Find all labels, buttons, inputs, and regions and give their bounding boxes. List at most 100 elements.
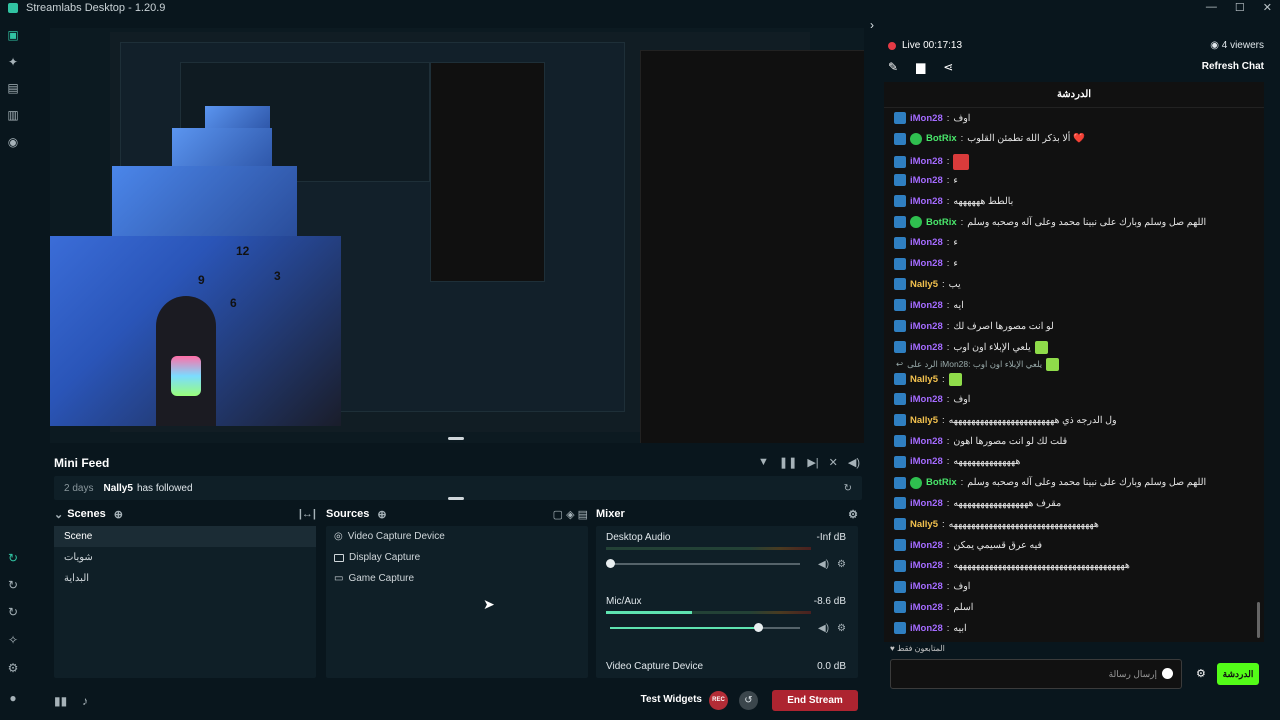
reply-text: الرد على iMon28: يلعي الإبلاء اون اوب xyxy=(907,359,1043,369)
settings-gear-icon[interactable]: ⚙ xyxy=(6,661,20,675)
mute-alerts-icon[interactable]: ✕ xyxy=(829,456,838,469)
volume-icon[interactable]: ◀) xyxy=(848,456,860,469)
store-icon[interactable]: ▤ xyxy=(6,81,20,95)
send-chat-button[interactable]: الدردشة xyxy=(1217,663,1259,685)
chat-separator: : xyxy=(946,341,950,353)
mixer-settings-icon[interactable]: ⚙ xyxy=(848,508,858,521)
popout-chat-icon[interactable]: ▆ xyxy=(916,60,925,74)
repeat-alert-icon[interactable]: ↻ xyxy=(844,483,852,494)
channel-settings-icon[interactable]: ⚙ xyxy=(837,559,846,570)
chat-username[interactable]: iMon28 xyxy=(910,581,943,592)
stream-preview[interactable]: 12 9 3 6 xyxy=(50,28,864,443)
pause-icon[interactable]: ❚❚ xyxy=(779,456,797,469)
chat-text: يلعي الإبلاء اون اوب xyxy=(953,341,1031,353)
preview-resize-handle[interactable] xyxy=(448,437,464,440)
volume-slider[interactable] xyxy=(606,559,800,568)
chat-username[interactable]: iMon28 xyxy=(910,602,943,613)
kick-badge-icon xyxy=(894,435,906,447)
volume-slider[interactable] xyxy=(610,623,800,632)
filter-icon[interactable]: ▼ xyxy=(758,456,769,469)
kick-badge-icon xyxy=(894,216,906,228)
channel-settings-icon[interactable]: ⚙ xyxy=(837,623,846,634)
end-stream-button[interactable]: End Stream xyxy=(772,690,858,711)
editor-area: 12 9 3 6 Mini Feed ▼ ❚❚ ▶| ✕ ◀) 2 days N… xyxy=(44,16,866,720)
chat-username[interactable]: iMon28 xyxy=(910,156,943,167)
heart-icon: ♥ xyxy=(890,644,897,653)
viewer-count-label: 4 viewers xyxy=(1221,40,1264,51)
collapse-chevron-icon[interactable]: ⌄ xyxy=(54,508,63,521)
editor-icon[interactable]: ▣ xyxy=(6,28,20,42)
record-button[interactable]: REC xyxy=(709,691,728,710)
add-source-icon[interactable]: ⊕ xyxy=(377,508,386,521)
chat-username[interactable]: iMon28 xyxy=(910,540,943,551)
refresh-chat-button[interactable]: Refresh Chat xyxy=(1202,61,1264,72)
chat-username[interactable]: iMon28 xyxy=(910,623,943,634)
chat-scrollbar[interactable] xyxy=(1257,602,1260,638)
chat-username[interactable]: iMon28 xyxy=(910,342,943,353)
speaker-icon[interactable]: ◀) xyxy=(818,559,829,570)
chat-username[interactable]: BotRix xyxy=(926,477,957,488)
chat-message: Nally5: ههههههههههههههههههههههههههههههههه… xyxy=(894,518,1099,531)
chat-text: اوف xyxy=(953,393,971,405)
scene-transitions-icon[interactable]: |↔| xyxy=(299,508,316,520)
chat-username[interactable]: iMon28 xyxy=(910,196,943,207)
add-scene-icon[interactable]: ⊕ xyxy=(114,508,123,521)
chat-separator: : xyxy=(946,622,950,634)
chat-username[interactable]: iMon28 xyxy=(910,560,943,571)
chat-message-input[interactable]: إرسال رسالة xyxy=(890,659,1182,689)
notifications-bell-icon[interactable]: ♪ xyxy=(82,694,88,708)
source-item[interactable]: Display Capture xyxy=(326,547,588,568)
chat-message: iMon28: لو انت مصورها اصرف لك xyxy=(894,320,1054,332)
speaker-icon[interactable]: ◀) xyxy=(818,623,829,634)
emoji-icon[interactable] xyxy=(1162,668,1173,679)
share-icon[interactable]: ⋖ xyxy=(943,60,953,74)
chat-username[interactable]: Nally5 xyxy=(910,519,938,530)
chat-username[interactable]: iMon28 xyxy=(910,436,943,447)
chat-username[interactable]: iMon28 xyxy=(910,113,943,124)
chat-username[interactable]: iMon28 xyxy=(910,237,943,248)
studio-mode-icon[interactable]: ▥ xyxy=(6,108,20,122)
alert-box-icon[interactable]: ↻ xyxy=(6,551,20,565)
layout-icon[interactable]: ↻ xyxy=(6,605,20,619)
chat-username[interactable]: iMon28 xyxy=(910,321,943,332)
chat-username[interactable]: BotRix xyxy=(926,133,957,144)
performance-icon[interactable]: ▮▮ xyxy=(54,694,67,708)
close-button[interactable]: ✕ xyxy=(1263,1,1272,14)
scene-item[interactable]: شويات xyxy=(54,547,316,568)
scene-item[interactable]: البداية xyxy=(54,568,316,589)
sparkle-icon[interactable]: ✧ xyxy=(6,633,20,647)
chat-username[interactable]: iMon28 xyxy=(910,394,943,405)
chat-username[interactable]: iMon28 xyxy=(910,175,943,186)
record-icon[interactable]: ◉ xyxy=(6,135,20,149)
chat-username[interactable]: Nally5 xyxy=(910,415,938,426)
scene-item[interactable]: Scene xyxy=(54,526,316,547)
chat-username[interactable]: iMon28 xyxy=(910,456,943,467)
dock-resize-handle[interactable] xyxy=(448,497,464,500)
source-tools-icons[interactable]: ▢ ◈ ▤ xyxy=(553,508,588,521)
themes-icon[interactable]: ✦ xyxy=(6,55,20,69)
source-item[interactable]: ◎ Video Capture Device xyxy=(326,526,588,547)
minimize-button[interactable]: — xyxy=(1206,1,1217,14)
replay-buffer-icon[interactable]: ↺ xyxy=(739,691,758,710)
test-widgets-button[interactable]: Test Widgets xyxy=(641,694,702,705)
chat-username[interactable]: Nally5 xyxy=(910,279,938,290)
maximize-button[interactable]: ☐ xyxy=(1235,1,1245,14)
skip-icon[interactable]: ▶| xyxy=(807,456,818,469)
chat-username[interactable]: iMon28 xyxy=(910,498,943,509)
kick-badge-icon xyxy=(894,559,906,572)
chat-separator: : xyxy=(946,560,950,572)
widget-icon[interactable]: ↻ xyxy=(6,578,20,592)
collapse-chat-chevron-icon[interactable]: › xyxy=(870,18,874,32)
chat-separator: : xyxy=(946,601,950,613)
chat-username[interactable]: iMon28 xyxy=(910,300,943,311)
source-item[interactable]: ▭ Game Capture xyxy=(326,568,588,589)
chat-username[interactable]: BotRix xyxy=(926,217,957,228)
chat-username[interactable]: iMon28 xyxy=(910,258,943,269)
edit-stream-info-icon[interactable]: ✎ xyxy=(888,60,898,74)
monitor-icon xyxy=(334,553,344,562)
chat-settings-icon[interactable]: ⚙ xyxy=(1196,667,1206,680)
chat-header: الدردشة xyxy=(884,82,1264,108)
channel-name: Mic/Aux xyxy=(606,596,642,607)
profile-icon[interactable]: ● xyxy=(6,691,20,705)
chat-username[interactable]: Nally5 xyxy=(910,374,938,385)
